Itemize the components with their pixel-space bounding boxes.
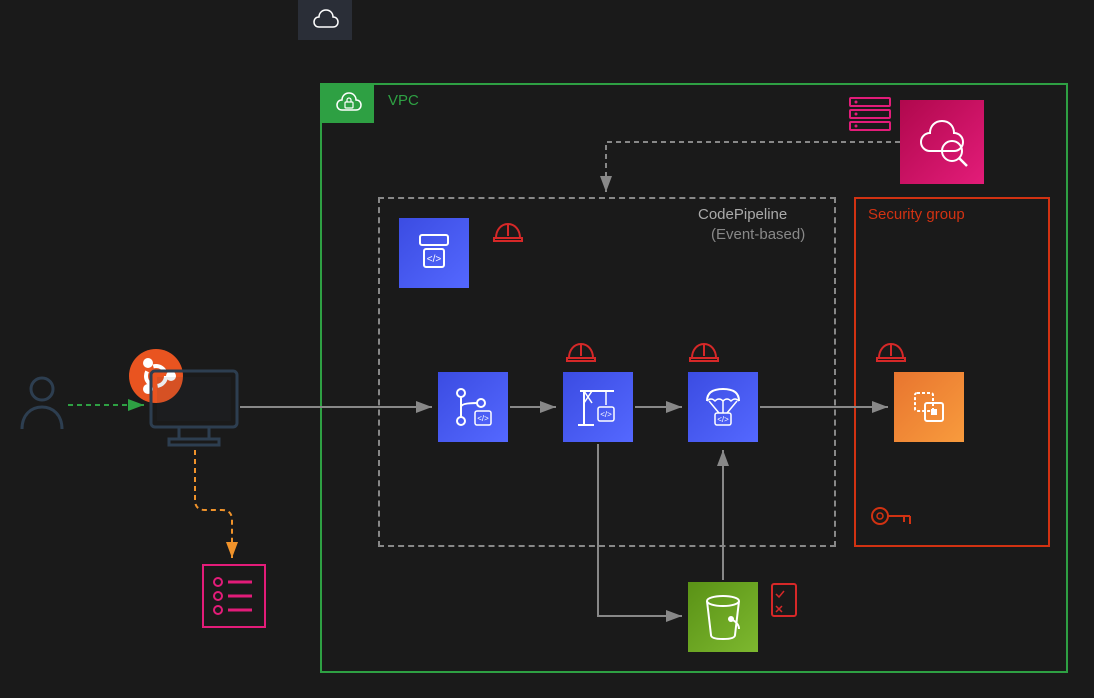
- cloud-icon: [309, 9, 341, 31]
- svg-text:</>: </>: [477, 414, 489, 423]
- servers-icon: [846, 96, 894, 136]
- svg-text:</>: </>: [427, 254, 442, 265]
- branch-icon: </>: [438, 372, 508, 442]
- user-icon: [18, 375, 66, 431]
- security-group-label: Security group: [868, 206, 965, 223]
- cloudwatch-icon: [900, 100, 984, 184]
- vpc-badge: [320, 83, 374, 123]
- vpc-lock-icon: [330, 91, 364, 115]
- task-icon: [770, 582, 798, 618]
- computer-icon: [149, 369, 239, 447]
- compute-icon: [894, 372, 964, 442]
- codecommit-icon: </>: [399, 218, 469, 288]
- codebuild-icon: </>: [563, 372, 633, 442]
- svg-text:</>: </>: [600, 410, 612, 419]
- cloud-badge: [298, 0, 352, 40]
- hardhat-icon: [688, 340, 720, 364]
- hardhat-icon: [565, 340, 597, 364]
- vpc-label: VPC: [388, 92, 419, 109]
- codedeploy-icon: </>: [688, 372, 758, 442]
- eventbased-label: (Event-based): [711, 226, 805, 243]
- checklist-icon: [202, 564, 266, 628]
- codepipeline-label: CodePipeline: [698, 206, 787, 223]
- key-icon: [870, 504, 914, 528]
- s3-bucket-icon: [688, 582, 758, 652]
- hardhat-icon: [492, 220, 524, 244]
- svg-text:</>: </>: [717, 415, 729, 424]
- hardhat-icon: [875, 340, 907, 364]
